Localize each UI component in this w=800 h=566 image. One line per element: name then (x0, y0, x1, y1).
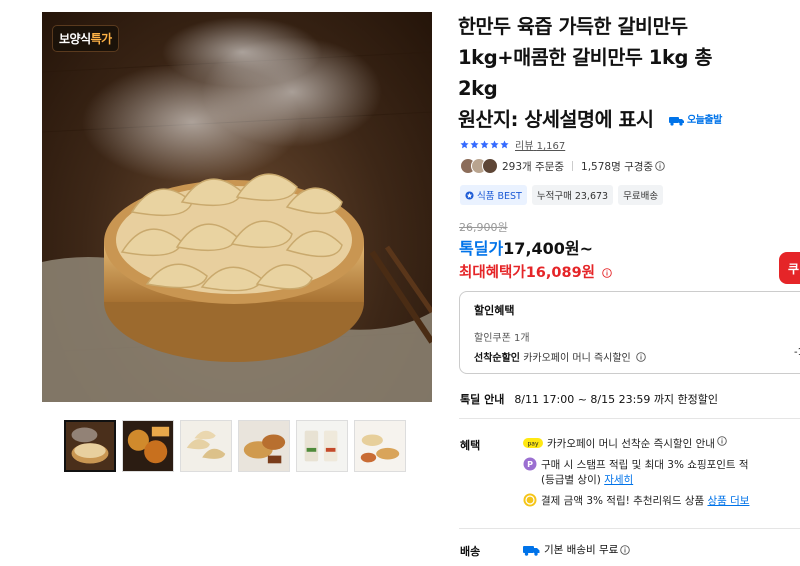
original-price: 26,900원 (459, 221, 508, 234)
deal-info: 톡딜 안내 8/11 17:00 ~ 8/15 23:59 까지 한정할인 (460, 391, 718, 407)
deal-info-text: 8/11 17:00 ~ 8/15 23:59 까지 한정할인 (514, 393, 719, 406)
delivery-truck-icon (523, 545, 540, 556)
coupon-row: 할인쿠폰 1개 (474, 333, 530, 344)
more-products-link[interactable]: 상품 더보 (707, 493, 749, 508)
divider (459, 528, 800, 529)
shipping-row: 기본 배송비 무료 (523, 542, 631, 557)
deal-price-value: 17,400원~ (503, 239, 594, 258)
rating-row: 리뷰 1,167 (460, 137, 565, 152)
star-icon (480, 140, 489, 149)
star-icon (500, 140, 509, 149)
star-rating (460, 140, 509, 149)
discount-title: 할인혜택 (474, 304, 515, 317)
delivery-truck-icon (668, 117, 684, 126)
info-icon[interactable] (717, 436, 727, 446)
info-icon[interactable] (620, 544, 631, 555)
max-price-label: 최대혜택가 (459, 265, 526, 281)
deal-info-label: 톡딜 안내 (460, 393, 505, 406)
deal-price: 톡딜가17,400원~ (459, 235, 593, 259)
shop-badge: 보양식특가 (52, 25, 119, 52)
title-line-1: 한만두 육즙 가득한 갈비만두 (458, 15, 688, 38)
deal-price-label: 톡딜가 (459, 239, 504, 258)
first-come-row: 선착순할인 카카오페이 머니 즉시할인 (474, 349, 800, 364)
thumbnail-2[interactable] (122, 420, 174, 472)
divider (459, 418, 800, 419)
kakaopay-icon: pay (523, 438, 543, 448)
dumpling-steamer-illustration (42, 17, 432, 402)
today-delivery-badge: 오늘출발 (668, 105, 722, 136)
tag-free-shipping: 무료배송 (618, 185, 664, 205)
shipping-label: 배송 (460, 545, 481, 558)
coin-icon (523, 493, 537, 507)
discount-amount: -1 (794, 347, 800, 358)
buyers-row: 293개 주문중 1,578명 구경중 (460, 158, 665, 174)
thumbnail-5[interactable] (296, 420, 348, 472)
benefits-list: pay 카카오페이 머니 선착순 즉시할인 안내 P 구매 시 스탬프 적립 및… (523, 436, 749, 514)
star-icon (490, 140, 499, 149)
discount-box: 할인혜택 할인쿠폰 1개 선착순할인 카카오페이 머니 즉시할인 -1 (459, 291, 800, 374)
coupon-button[interactable]: 쿠 (779, 252, 800, 284)
star-icon (470, 140, 479, 149)
best-badge-icon (465, 190, 474, 200)
star-icon (460, 140, 469, 149)
info-icon[interactable] (602, 268, 612, 278)
benefit-reward: 결제 금액 3% 적립! 추천리워드 상품 상품 더보 (523, 493, 749, 508)
buyer-avatars (460, 158, 498, 174)
svg-text:P: P (527, 460, 533, 469)
max-price-value: 16,089원 (525, 265, 595, 281)
svg-text:pay: pay (527, 441, 538, 448)
benefit-points: P 구매 시 스탬프 적립 및 최대 3% 쇼핑포인트 적 (등급별 상이) 자… (523, 457, 749, 487)
title-line-3: 2kg (458, 77, 498, 100)
product-tags: 식품 BEST 누적구매 23,673 무료배송 (460, 185, 664, 205)
thumbnail-4[interactable] (238, 420, 290, 472)
review-link[interactable]: 리뷰 1,167 (515, 137, 565, 152)
thumbnail-1[interactable] (64, 420, 116, 472)
benefit-kakaopay: pay 카카오페이 머니 선착순 즉시할인 안내 (523, 436, 749, 451)
thumbnail-6[interactable] (354, 420, 406, 472)
orders-count: 293개 주문중 (502, 160, 565, 173)
details-link[interactable]: 자세히 (604, 474, 633, 486)
info-icon[interactable] (655, 161, 665, 171)
viewers-count: 1,578명 구경중 (581, 160, 654, 173)
tag-cumulative-purchase: 누적구매 23,673 (531, 185, 614, 205)
divider (572, 161, 574, 171)
product-title: 한만두 육즙 가득한 갈비만두 1kg+매콤한 갈비만두 1kg 총 2kg 원… (458, 11, 798, 136)
main-product-image[interactable]: 보양식특가 (42, 12, 432, 402)
title-line-2: 1kg+매콤한 갈비만두 1kg 총 (458, 46, 713, 69)
origin-line: 원산지: 상세설명에 표시 오늘출발 (458, 104, 798, 136)
origin-text: 원산지: 상세설명에 표시 (458, 108, 654, 131)
info-icon[interactable] (636, 352, 646, 362)
tag-food-best[interactable]: 식품 BEST (460, 185, 527, 205)
thumbnail-3[interactable] (180, 420, 232, 472)
max-benefit-price: 최대혜택가16,089원 (459, 261, 612, 282)
benefits-label: 혜택 (460, 439, 481, 452)
thumbnail-strip (64, 420, 406, 472)
avatar (482, 158, 498, 174)
point-icon: P (523, 457, 537, 471)
